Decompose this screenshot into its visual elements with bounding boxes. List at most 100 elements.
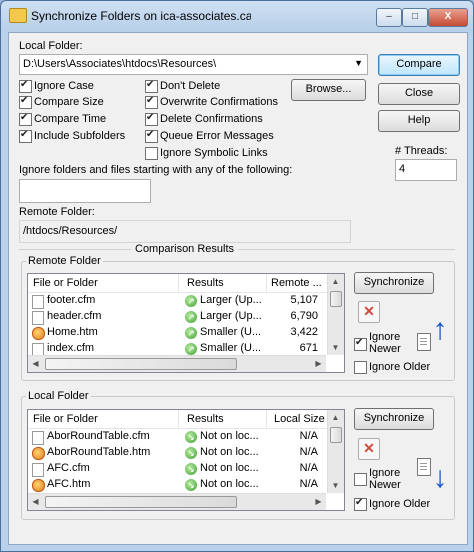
table-row[interactable]: Home.htm ↗ Smaller (U... 3,422 [28, 325, 318, 341]
local-ignore-newer-checkbox[interactable] [354, 473, 367, 486]
close-window-button[interactable]: X [428, 8, 468, 27]
chevron-down-icon[interactable]: ▼ [354, 58, 363, 68]
vertical-scrollbar[interactable]: ▲ ▼ [327, 410, 344, 493]
download-arrow-icon: ↓ [432, 461, 448, 494]
maximize-button[interactable]: □ [402, 8, 428, 27]
file-size: 5,107 [290, 294, 318, 306]
compare-time-checkbox[interactable] [19, 112, 32, 126]
upload-status-icon: ↗ [185, 327, 197, 339]
minimize-button[interactable]: – [376, 8, 402, 27]
column-header-results[interactable]: Results [187, 413, 224, 425]
list-header: File or Folder Results Remote ... [28, 274, 344, 293]
scroll-left-icon[interactable]: ◀ [28, 356, 43, 371]
threads-input[interactable]: 4 [395, 159, 457, 181]
include-subfolders-checkbox[interactable] [19, 129, 32, 143]
ignore-input[interactable] [19, 179, 151, 203]
include-subfolders-label: Include Subfolders [34, 130, 126, 142]
scroll-up-icon[interactable]: ▲ [328, 410, 343, 425]
local-ignore-older-checkbox[interactable] [354, 497, 367, 511]
title-bar[interactable]: Synchronize Folders on ica-associates.ca… [1, 1, 473, 31]
column-divider[interactable] [266, 274, 267, 292]
table-row[interactable]: AFC.cfm ↘ Not on loc... N/A [28, 461, 318, 477]
delete-confirmations-checkbox[interactable] [145, 112, 158, 126]
web-page-icon [32, 479, 45, 492]
column-header-file[interactable]: File or Folder [33, 413, 98, 425]
scroll-thumb[interactable] [330, 291, 342, 307]
upload-status-icon: ↗ [185, 343, 197, 355]
browse-button[interactable]: Browse... [291, 79, 366, 101]
folder-icon [9, 8, 27, 23]
result-text: Larger (Up... [200, 310, 262, 322]
remote-file-list[interactable]: File or Folder Results Remote ... footer… [27, 273, 345, 373]
remote-ignore-newer-checkbox[interactable] [354, 337, 367, 351]
horizontal-scrollbar[interactable]: ◀ ▶ [28, 355, 326, 372]
remote-ignore-older-label: Ignore Older [369, 361, 431, 373]
local-file-list[interactable]: File or Folder Results Local Size AborRo… [27, 409, 345, 511]
scroll-up-icon[interactable]: ▲ [328, 274, 343, 289]
column-header-file[interactable]: File or Folder [33, 277, 98, 289]
scroll-right-icon[interactable]: ▶ [311, 356, 326, 371]
dont-delete-checkbox[interactable] [145, 79, 158, 93]
threads-label: # Threads: [395, 145, 448, 157]
dont-delete-label: Don't Delete [160, 80, 221, 92]
remote-synchronize-button[interactable]: Synchronize [354, 272, 434, 294]
download-status-icon: ↘ [185, 463, 197, 475]
compare-size-checkbox[interactable] [19, 95, 32, 109]
queue-error-messages-checkbox[interactable] [145, 129, 158, 143]
column-divider[interactable] [178, 410, 179, 428]
scroll-down-icon[interactable]: ▼ [328, 340, 343, 355]
vertical-scrollbar[interactable]: ▲ ▼ [327, 274, 344, 355]
file-name: index.cfm [47, 342, 95, 354]
scroll-thumb[interactable] [330, 427, 342, 443]
local-folder-combobox[interactable]: D:\Users\Associates\htdocs\Resources\ ▼ [19, 54, 368, 75]
scroll-down-icon[interactable]: ▼ [328, 478, 343, 493]
help-button[interactable]: Help [378, 110, 460, 132]
queue-error-messages-label: Queue Error Messages [160, 130, 274, 142]
file-size: 671 [299, 342, 318, 354]
file-name: footer.cfm [47, 294, 96, 306]
result-text: Not on loc... [200, 462, 259, 474]
remote-panel-label: Remote Folder [26, 255, 103, 267]
file-size: 6,790 [290, 310, 318, 322]
horizontal-scrollbar[interactable]: ◀ ▶ [28, 493, 326, 510]
file-size: N/A [299, 462, 318, 474]
file-size: N/A [299, 446, 318, 458]
local-synchronize-button[interactable]: Synchronize [354, 408, 434, 430]
compare-size-label: Compare Size [34, 96, 104, 108]
delete-confirmations-label: Delete Confirmations [160, 113, 263, 125]
remote-ignore-newer-label: Ignore Newer [369, 331, 401, 355]
ignore-case-checkbox[interactable] [19, 79, 32, 93]
file-icon [32, 295, 44, 309]
overwrite-confirmations-checkbox[interactable] [145, 95, 158, 109]
local-delete-button[interactable]: ✕ [358, 438, 380, 460]
scroll-thumb[interactable] [45, 496, 237, 508]
table-row[interactable]: AborRoundTable.cfm ↘ Not on loc... N/A [28, 429, 318, 445]
file-icon [32, 431, 44, 445]
ignore-symbolic-links-checkbox[interactable] [145, 147, 158, 160]
scroll-right-icon[interactable]: ▶ [311, 494, 326, 509]
column-divider[interactable] [178, 274, 179, 292]
overwrite-confirmations-label: Overwrite Confirmations [160, 96, 278, 108]
result-text: Larger (Up... [200, 294, 262, 306]
upload-status-icon: ↗ [185, 295, 197, 307]
scroll-left-icon[interactable]: ◀ [28, 494, 43, 509]
remote-ignore-older-checkbox[interactable] [354, 361, 367, 374]
download-status-icon: ↘ [185, 479, 197, 491]
scroll-thumb[interactable] [45, 358, 237, 370]
compare-button[interactable]: Compare [378, 54, 460, 76]
file-size: N/A [299, 430, 318, 442]
column-divider[interactable] [266, 410, 267, 428]
ignore-label: Ignore folders and files starting with a… [19, 164, 293, 176]
table-row[interactable]: AborRoundTable.htm ↘ Not on loc... N/A [28, 445, 318, 461]
remote-delete-button[interactable]: ✕ [358, 301, 380, 323]
table-row[interactable]: footer.cfm ↗ Larger (Up... 5,107 [28, 293, 318, 309]
table-row[interactable]: header.cfm ↗ Larger (Up... 6,790 [28, 309, 318, 325]
local-ignore-older-label: Ignore Older [369, 498, 431, 510]
column-header-size[interactable]: Local Size [274, 413, 325, 425]
column-header-size[interactable]: Remote ... [271, 277, 322, 289]
close-button[interactable]: Close [378, 83, 460, 105]
table-row[interactable]: AFC.htm ↘ Not on loc... N/A [28, 477, 318, 493]
file-size: N/A [299, 478, 318, 490]
download-status-icon: ↘ [185, 447, 197, 459]
column-header-results[interactable]: Results [187, 277, 224, 289]
